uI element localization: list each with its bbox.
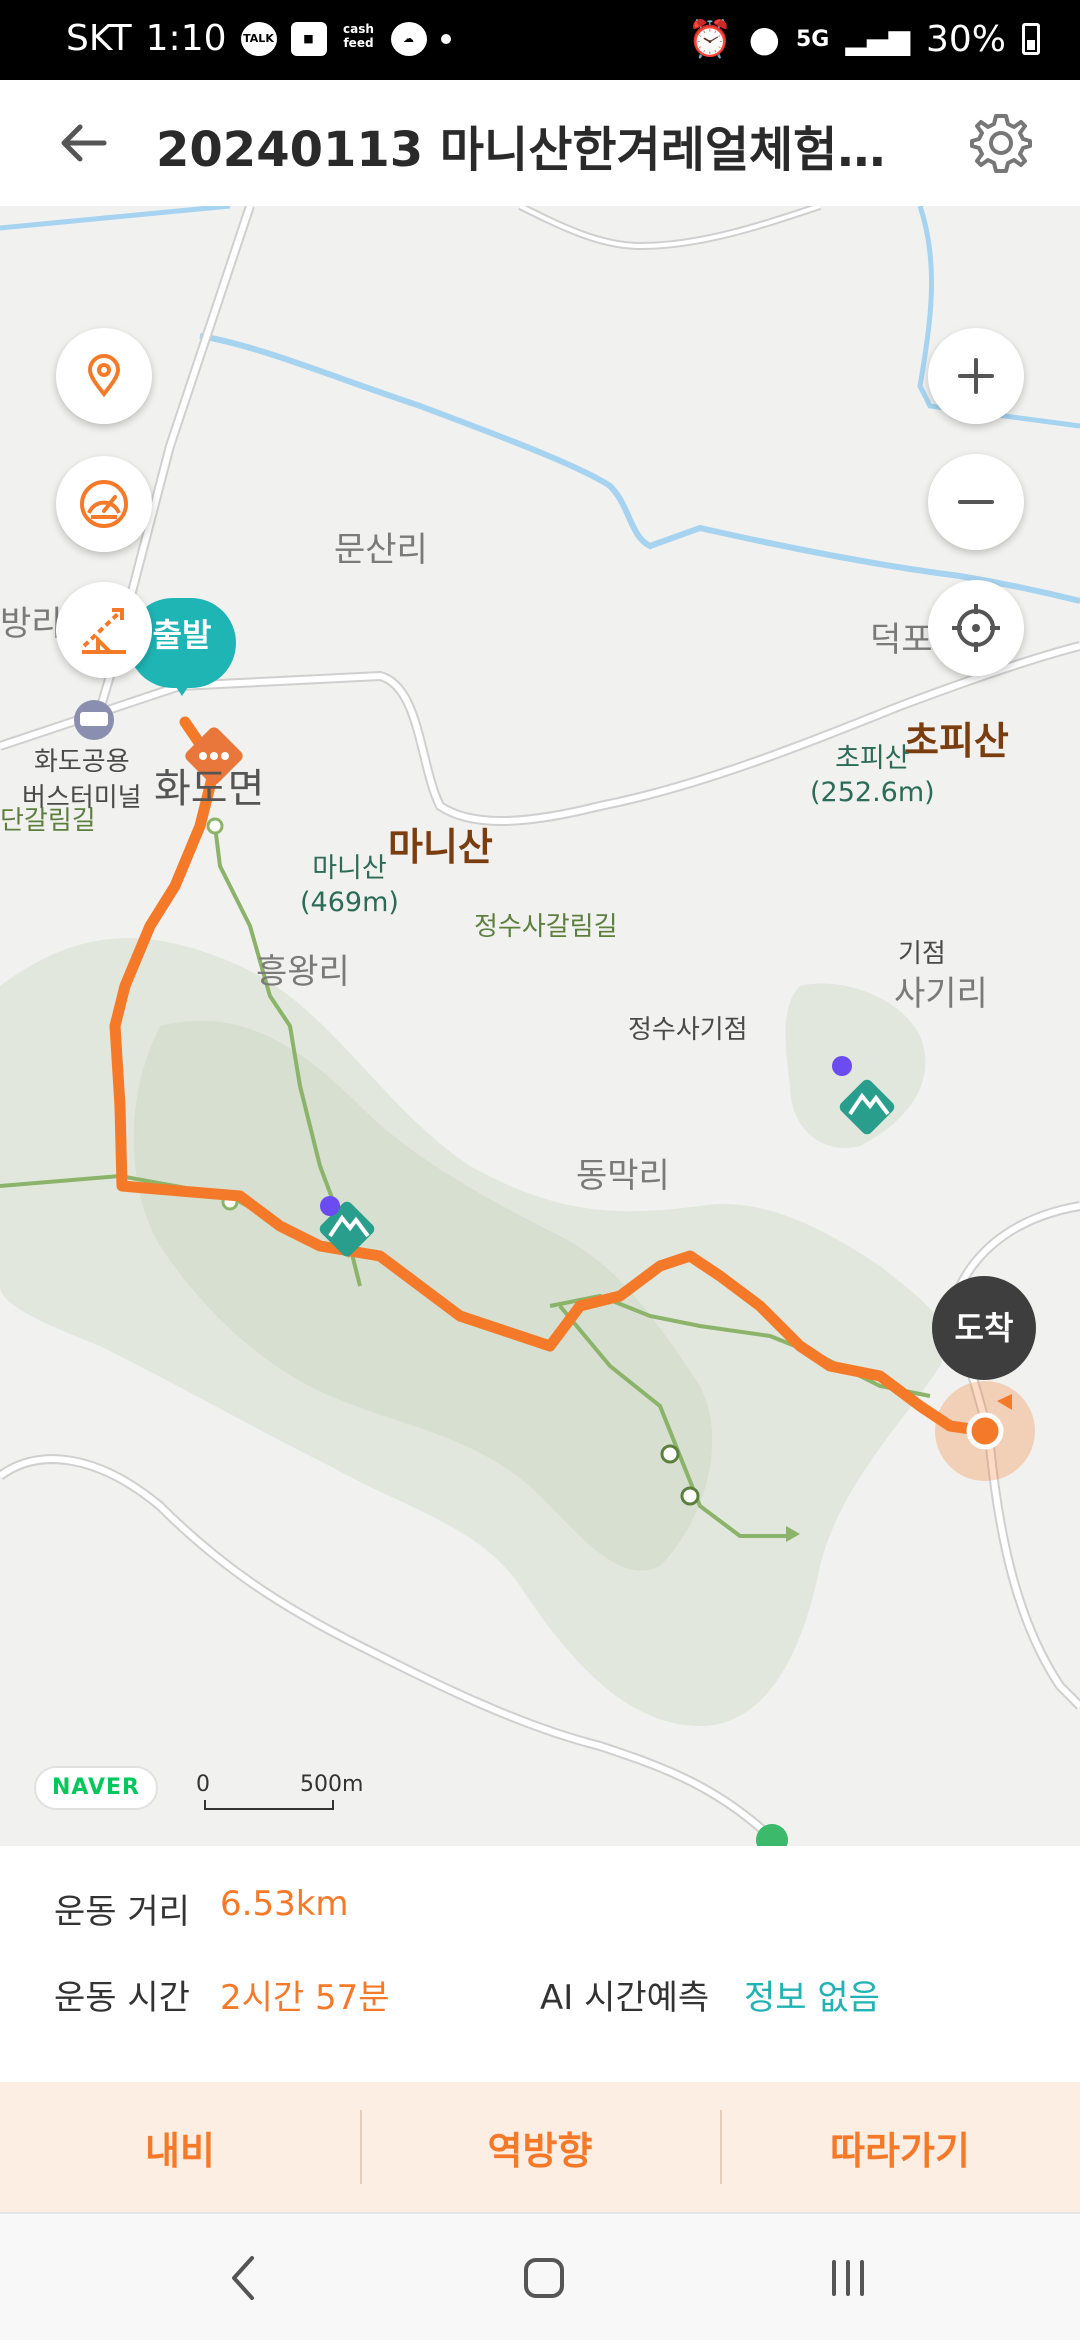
alarm-icon: ⏰ — [687, 19, 733, 60]
end-marker — [966, 1412, 1004, 1450]
status-left: SKT 1:10 TALK ■ cash feed ☁ — [66, 18, 451, 59]
road — [519, 206, 821, 249]
location-pin-icon — [87, 354, 121, 398]
navi-button[interactable]: 내비 — [0, 2082, 360, 2212]
distance-value: 6.53km — [220, 1884, 349, 1924]
map-canvas — [0, 206, 1080, 1846]
peak-label-manisan[interactable]: 마니산 — [388, 816, 493, 871]
elevation-button[interactable] — [56, 582, 152, 678]
place-label-sagiri: 사기리 — [894, 974, 988, 1014]
time-value: 2시간 57분 — [220, 1978, 390, 2018]
scale-bar — [204, 1800, 334, 1810]
water-line — [0, 206, 231, 231]
arrow-left-icon — [61, 124, 107, 162]
speed-button[interactable] — [56, 456, 152, 552]
ai-time-value: 정보 없음 — [744, 1978, 880, 2018]
recents-nav-icon — [832, 2260, 864, 2296]
action-bar: 내비 역방향 따라가기 — [0, 2082, 1080, 2212]
elevation-icon — [82, 608, 126, 654]
peak-altitude-chopisan: 초피산 (252.6m) — [810, 743, 935, 808]
cashfeed-icon: cash feed — [343, 21, 374, 50]
status-bar: SKT 1:10 TALK ■ cash feed ☁ ⏰ ● 5G ▂▄▆ 30… — [0, 0, 1080, 80]
peak-altitude-manisan: 마니산 (469m) — [300, 853, 399, 918]
follow-button[interactable]: 따라가기 — [720, 2082, 1080, 2212]
zoom-in-button[interactable] — [928, 328, 1024, 424]
gallery-icon: ■ — [290, 21, 327, 56]
nav-back-button[interactable] — [204, 2238, 284, 2318]
crosshair-icon — [952, 604, 1000, 652]
trail-label-gijeom: 기점 — [898, 939, 946, 969]
home-nav-icon — [524, 2258, 564, 2298]
zoom-out-button[interactable] — [928, 454, 1024, 550]
5g-icon: 5G — [796, 26, 830, 52]
map-view[interactable]: 화도공용 버스터미널 문산리 방리 덕포리 화도면 단갈림길 흥왕리 사기리 동… — [0, 206, 1080, 1846]
naver-logo: NAVER — [34, 1766, 158, 1810]
speedometer-icon — [80, 480, 128, 528]
place-label-dongmakri: 동막리 — [576, 1156, 670, 1196]
trail-node — [660, 1444, 680, 1464]
zoom-out-icon — [958, 500, 994, 504]
zoom-in-icon — [958, 358, 994, 394]
start-pin-tip — [166, 672, 198, 696]
ai-time-label: AI 시간예측 — [540, 1978, 710, 2018]
info-panel: 운동 거리 6.53km 운동 시간 2시간 57분 AI 시간예측 정보 없음 — [0, 1846, 1080, 2082]
back-nav-icon — [232, 2256, 254, 2300]
trail-label-jeongsusa-start: 정수사기점 — [628, 1015, 748, 1045]
page-title: 20240113 마니산한겨레얼체험관-... — [156, 122, 916, 178]
signal-icon: ▂▄▆ — [845, 22, 910, 56]
carrier-text: SKT — [66, 18, 132, 59]
battery-icon — [1022, 23, 1040, 55]
weather-icon: ☁ — [390, 21, 427, 56]
status-right: ⏰ ● 5G ▂▄▆ 30% — [688, 18, 1040, 60]
trail-node — [206, 817, 224, 835]
time-text: 1:10 — [145, 18, 227, 59]
settings-button[interactable] — [968, 110, 1034, 176]
time-label: 운동 시간 — [54, 1978, 190, 2018]
talk-icon: TALK — [240, 21, 277, 56]
back-button[interactable] — [54, 113, 114, 173]
place-label-hwadomyeon: 화도면 — [154, 766, 265, 812]
gear-icon — [970, 114, 1032, 173]
scale-zero: 0 — [196, 1772, 210, 1797]
end-label[interactable]: 도착 — [932, 1276, 1036, 1380]
system-nav-bar — [0, 2212, 1080, 2340]
place-label-heungwangri: 흥왕리 — [256, 952, 350, 992]
map-scale: 0 500m — [196, 1772, 376, 1812]
nav-recents-button[interactable] — [808, 2238, 888, 2318]
location-icon: ● — [748, 18, 780, 60]
trail-node — [680, 1486, 700, 1506]
trail-label-jeongsusa-junction: 정수사갈림길 — [474, 912, 618, 942]
trail-label-dangalrimgil: 단갈림길 — [0, 806, 96, 836]
place-label-bangri: 방리 — [0, 604, 63, 644]
scale-length: 500m — [300, 1772, 364, 1797]
place-label-munsanri: 문산리 — [334, 530, 428, 570]
reverse-button[interactable]: 역방향 — [360, 2082, 720, 2212]
battery-text: 30% — [925, 18, 1006, 60]
notification-dot-icon — [440, 33, 451, 44]
app-header: 20240113 마니산한겨레얼체험관-... — [0, 80, 1080, 206]
distance-label: 운동 거리 — [54, 1892, 190, 1932]
current-position-button[interactable] — [928, 580, 1024, 676]
nav-home-button[interactable] — [504, 2238, 584, 2318]
my-location-button[interactable] — [56, 328, 152, 424]
